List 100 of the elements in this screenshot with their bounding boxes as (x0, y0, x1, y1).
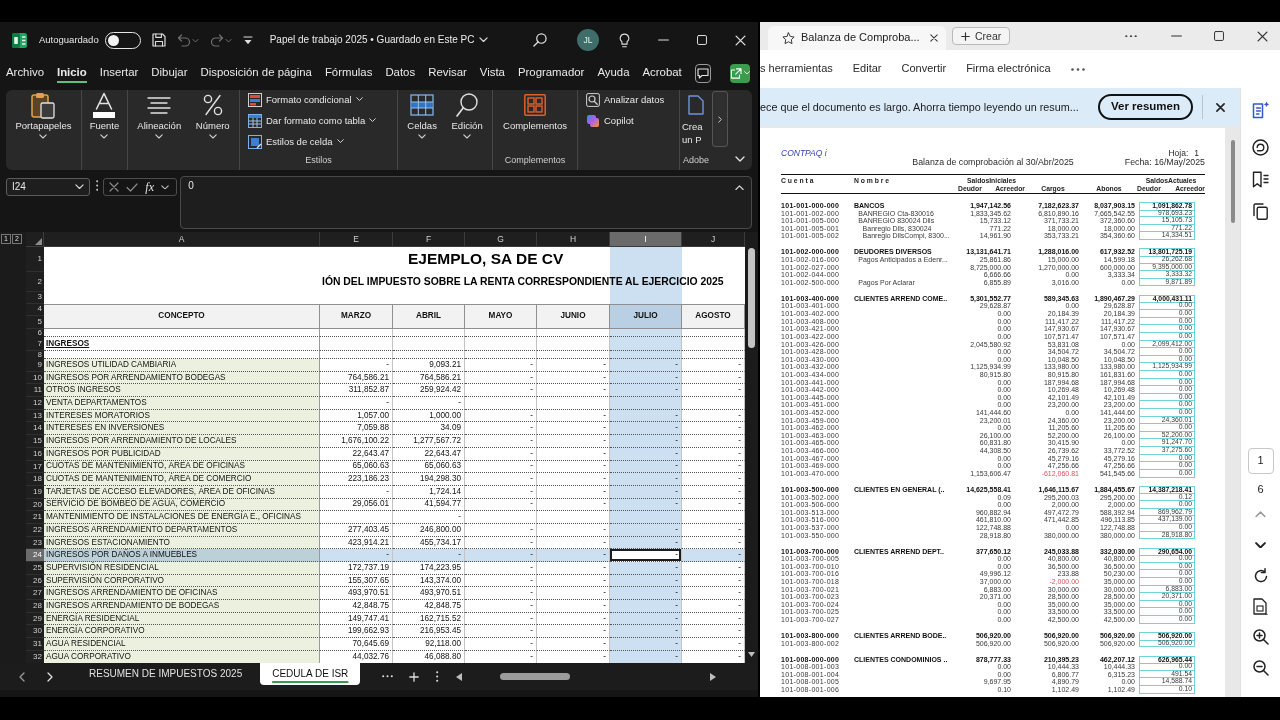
more-icon[interactable] (96, 180, 99, 191)
ribbon-tab[interactable]: Acrobat (642, 62, 682, 84)
ribbon-command[interactable]: Copilot (586, 112, 677, 129)
column-header[interactable]: A (44, 232, 320, 247)
row-number[interactable]: 14 (26, 422, 44, 436)
row-number[interactable]: 28 (26, 600, 44, 613)
more-icon[interactable] (1070, 67, 1085, 71)
search-icon[interactable] (533, 33, 547, 47)
scrollbar-thumb[interactable] (1230, 140, 1235, 223)
ribbon-tab[interactable]: Programador (517, 62, 585, 84)
chevron-right-icon[interactable] (47, 671, 53, 682)
pages-icon[interactable] (1253, 203, 1268, 220)
ribbon-command[interactable]: Estilos de celda (248, 133, 395, 150)
options-icon[interactable] (436, 671, 439, 682)
row-number[interactable]: 21 (26, 511, 44, 524)
ribbon-tab[interactable]: Disposición de página (200, 62, 312, 84)
scroll-down-icon[interactable] (748, 652, 755, 657)
ribbon-tab[interactable]: Ayuda (597, 62, 630, 84)
cancel-icon[interactable] (109, 182, 120, 192)
row-number[interactable]: 24 (26, 549, 44, 562)
zoom-out-icon[interactable] (1252, 660, 1269, 677)
formula-field[interactable]: 0 (180, 176, 752, 229)
page-number-field[interactable]: 1 (1247, 448, 1274, 474)
chevron-up-icon[interactable] (1255, 511, 1266, 518)
scroll-left-icon[interactable] (455, 672, 462, 681)
summary-button[interactable]: Ver resumen (1097, 94, 1193, 120)
name-box[interactable]: I24 (6, 178, 90, 196)
column-header[interactable]: F (393, 232, 465, 247)
close-icon[interactable] (1257, 30, 1268, 42)
ribbon-tab[interactable]: Dibujar (151, 62, 188, 84)
ribbon-command[interactable]: Analizar datos (586, 91, 677, 108)
add-sheet-icon[interactable] (409, 671, 420, 682)
column-header[interactable]: G (465, 232, 537, 247)
row-number[interactable]: 7 (26, 337, 44, 351)
toolbar-item[interactable]: s herramientas (760, 62, 833, 76)
caret-icon[interactable] (161, 184, 169, 190)
comments-button[interactable] (694, 63, 711, 83)
row-number[interactable]: 3 (26, 292, 44, 304)
column-header[interactable]: I (610, 232, 682, 247)
check-icon[interactable] (126, 182, 139, 192)
toolbar-item[interactable]: Firma electrónica (966, 62, 1051, 76)
ribbon-command[interactable]: Dar formato como tabla (248, 112, 395, 129)
star-icon[interactable] (782, 31, 795, 45)
ribbon-tab[interactable]: Archivo (6, 62, 44, 84)
document-title-button[interactable]: Papel de trabajo 2025 • Guardado en Este PC (269, 34, 489, 46)
ribbon-button[interactable]: Edición (451, 90, 483, 155)
sheet-tab[interactable]: CEDULA DE ISR (260, 663, 361, 685)
refresh-icon[interactable] (1252, 568, 1269, 585)
user-avatar[interactable]: JL (577, 29, 599, 51)
ribbon-tab[interactable]: Fórmulas (324, 62, 373, 84)
ribbon-tab[interactable]: Revisar (428, 62, 467, 84)
ribbon-tab[interactable]: Insertar (99, 62, 139, 84)
row-number[interactable]: 27 (26, 587, 44, 601)
row-number[interactable]: 12 (26, 397, 44, 410)
bookmark-list-icon[interactable] (1252, 171, 1269, 188)
share-button[interactable] (729, 63, 750, 83)
more-icon[interactable] (382, 675, 394, 678)
scrollbar-thumb[interactable] (499, 673, 570, 680)
ribbon-button[interactable]: Crea un P (682, 90, 710, 155)
column-header[interactable]: J (682, 232, 745, 247)
sheet-tab[interactable]: RESUMEN DE IMPUESTOS 2025 (77, 663, 255, 685)
maximize-icon[interactable] (1214, 31, 1224, 41)
ribbon-tab[interactable]: Datos (385, 62, 416, 84)
select-all-icon[interactable] (35, 237, 42, 245)
row-number[interactable]: 18 (26, 473, 44, 486)
column-header[interactable]: H (537, 232, 610, 247)
browser-tab[interactable]: Balanza de Comproba... (768, 26, 946, 50)
ribbon-button[interactable]: Número (195, 90, 230, 155)
customize-icon[interactable] (242, 35, 253, 45)
ribbon-button[interactable]: Portapapeles (15, 90, 72, 155)
ribbon-button[interactable]: Fuente (89, 90, 120, 155)
fit-page-icon[interactable] (1253, 598, 1268, 616)
row-number[interactable]: 25 (26, 562, 44, 575)
toolbar-item[interactable]: Convertir (901, 62, 947, 76)
more-icon[interactable] (1125, 34, 1137, 38)
row-number[interactable]: 9 (26, 359, 44, 372)
scroll-right-icon[interactable] (709, 672, 716, 681)
toolbar-item[interactable]: Editar (852, 62, 882, 76)
ribbon-command[interactable]: Formato condicional (248, 91, 395, 108)
chevron-down-icon[interactable] (1255, 541, 1266, 549)
row-number[interactable]: 15 (26, 435, 44, 448)
ribbon-tab[interactable]: Vista (479, 62, 505, 84)
scrollbar-thumb[interactable] (748, 248, 755, 348)
chevron-left-icon[interactable] (19, 671, 25, 682)
column-header[interactable]: E (320, 232, 393, 247)
insert-function-button[interactable]: fx (145, 179, 154, 195)
close-icon[interactable] (930, 34, 938, 42)
ribbon-button[interactable]: Alineación (137, 90, 182, 155)
lightbulb-icon[interactable] (619, 32, 630, 48)
row-number[interactable]: 11 (26, 384, 44, 398)
save-icon[interactable] (151, 33, 166, 47)
circle-loop-icon[interactable] (1252, 139, 1269, 156)
ribbon-button[interactable]: Celdas (407, 90, 437, 155)
row-number[interactable]: 2 (26, 272, 44, 292)
close-icon[interactable] (1216, 102, 1225, 112)
row-number[interactable]: 30 (26, 625, 44, 639)
row-number[interactable]: 31 (26, 638, 44, 651)
ribbon-button[interactable]: Complementos (503, 90, 567, 155)
zoom-in-icon[interactable] (1252, 629, 1269, 646)
row-number[interactable]: 1 (26, 246, 44, 272)
